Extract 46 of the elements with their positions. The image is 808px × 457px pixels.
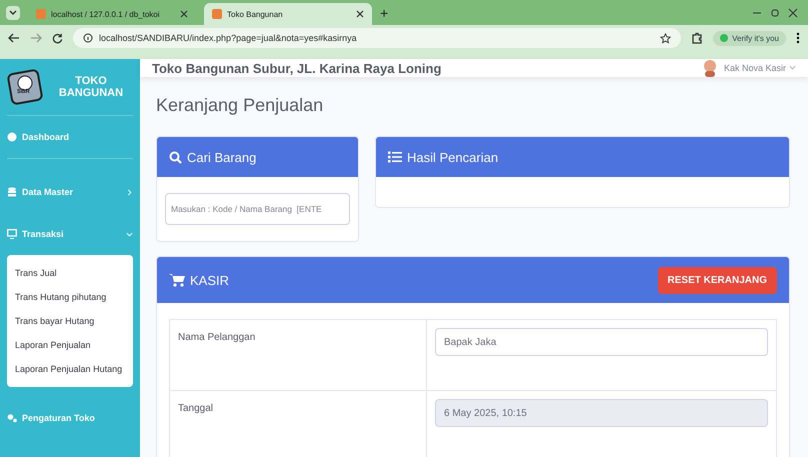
back-icon[interactable] <box>8 33 20 43</box>
submenu-item[interactable]: Trans Jual <box>7 261 133 285</box>
submenu-item[interactable]: Laporan Penjualan Hutang <box>7 357 133 381</box>
favicon-icon <box>212 9 222 19</box>
reset-cart-button[interactable]: RESET KERANJANG <box>658 266 777 294</box>
search-field[interactable]: Masukan : Kode / Nama Barang [ENTE <box>165 193 350 225</box>
chevron-icon <box>126 188 133 196</box>
avatar-icon <box>702 59 718 77</box>
card-title: KASIR <box>190 272 230 288</box>
table-cell: Tanggal <box>170 390 426 457</box>
brand-name: TOKO BANGUNAN <box>58 75 124 99</box>
logo-icon <box>7 69 43 105</box>
star-icon[interactable] <box>660 32 672 44</box>
search-icon <box>169 150 182 164</box>
submenu-item[interactable]: Trans Hutang pihutang <box>7 285 133 309</box>
input-field[interactable]: Bapak Jaka <box>435 328 768 356</box>
more-icon[interactable] <box>796 32 800 44</box>
monitor-icon <box>7 229 17 239</box>
chevron-icon <box>126 230 133 238</box>
list-icon <box>388 151 402 163</box>
favicon-icon <box>36 9 46 19</box>
profile-button[interactable]: Verify it's you <box>713 30 786 46</box>
close-icon[interactable] <box>356 10 364 18</box>
table-cell: Nama Pelanggan <box>170 320 426 390</box>
extensions-icon[interactable] <box>691 32 704 44</box>
page-title: Keranjang Penjualan <box>156 95 324 116</box>
submenu-item[interactable]: Laporan Penjualan <box>7 333 133 357</box>
submenu-item[interactable]: Trans bayar Hutang <box>7 309 133 333</box>
restore-icon[interactable] <box>770 8 780 18</box>
close-icon[interactable] <box>180 10 188 18</box>
user-menu[interactable]: Kak Nova Kasir <box>724 63 796 73</box>
card-title: Cari Barang <box>187 150 256 164</box>
cart-icon <box>169 273 185 287</box>
chevron-down-icon <box>789 65 796 71</box>
store-name: Toko Bangunan Subur, JL. Karina Raya Loning <box>152 60 442 76</box>
info-icon <box>83 33 93 43</box>
close-icon[interactable] <box>788 8 798 18</box>
reload-icon[interactable] <box>52 32 63 44</box>
address-bar[interactable]: localhost/SANDIBARU/index.php?page=jual&nota=yes#kasirnya <box>73 28 682 48</box>
card-title: Hasil Pencarian <box>407 150 498 164</box>
database-icon <box>7 187 17 197</box>
chevron-down-icon <box>9 10 17 16</box>
browser-tab[interactable]: localhost / 127.0.0.1 / db_tokoi <box>28 3 196 25</box>
browser-tab[interactable]: Toko Bangunan <box>204 3 372 25</box>
tab-search-button[interactable] <box>6 6 20 20</box>
new-tab-button[interactable]: + <box>380 4 388 20</box>
